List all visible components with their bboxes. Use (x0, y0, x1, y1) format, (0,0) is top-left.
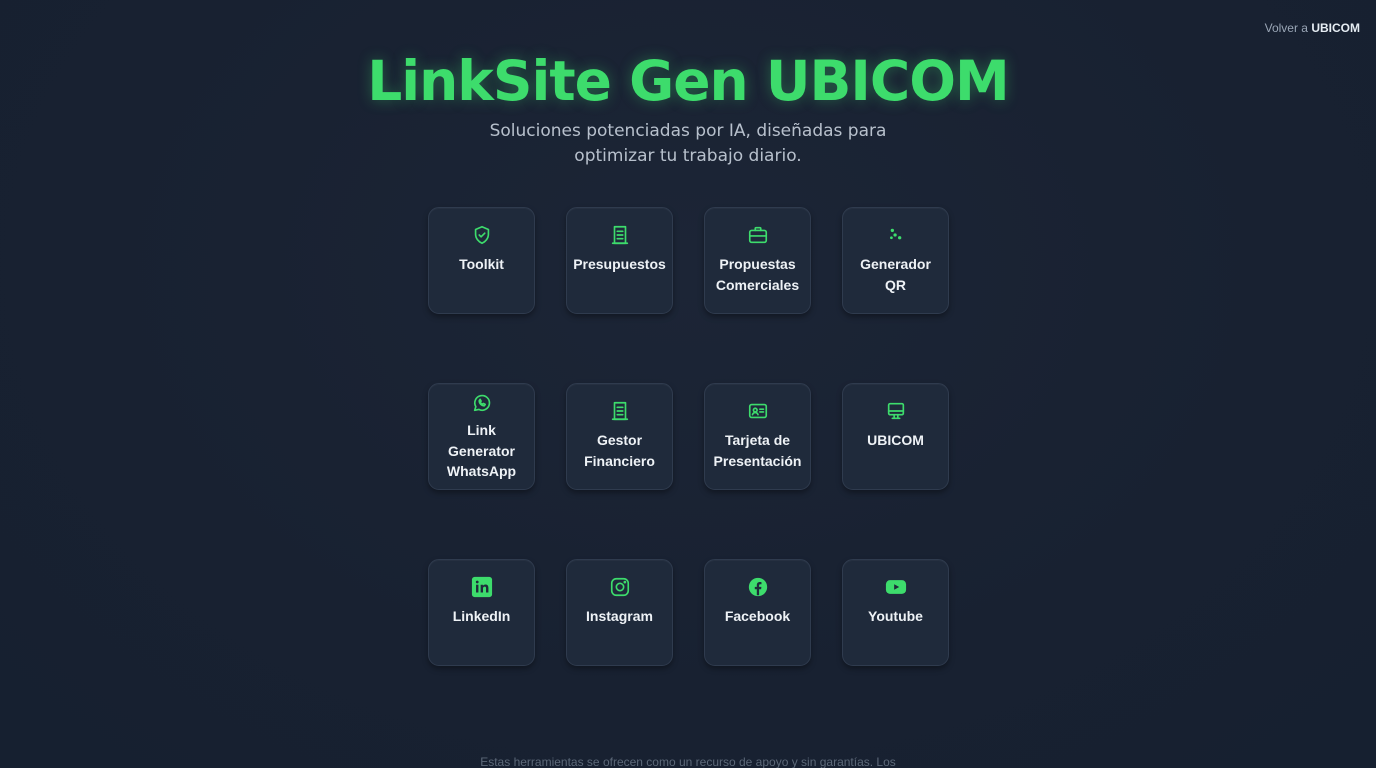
tool-label: Tarjeta de Presentación (713, 432, 802, 469)
tool-card-gestor-financiero[interactable]: Gestor Financiero (566, 383, 673, 490)
monitor-icon (884, 399, 908, 423)
briefcase-icon (746, 223, 770, 247)
shield-check-icon (470, 223, 494, 247)
id-card-icon (746, 399, 770, 423)
tool-label: LinkedIn (452, 608, 511, 624)
tool-card-youtube[interactable]: Youtube (842, 559, 949, 666)
tool-label: Toolkit (459, 256, 504, 272)
tool-label: Generador QR (860, 256, 931, 293)
tool-card-toolkit[interactable]: Toolkit (428, 207, 535, 314)
tool-card-ubicom[interactable]: UBICOM (842, 383, 949, 490)
tool-label: Instagram (586, 608, 653, 624)
tool-card-tarjeta-de-presentacion[interactable]: Tarjeta de Presentación (704, 383, 811, 490)
tool-card-instagram[interactable]: Instagram (566, 559, 673, 666)
tools-grid: Toolkit Presupuestos Propuestas Comercia… (428, 207, 949, 666)
youtube-icon (884, 575, 908, 599)
qr-dots-icon (884, 223, 908, 247)
back-link-target: UBICOM (1311, 21, 1360, 35)
tool-label: Propuestas Comerciales (715, 256, 800, 293)
tool-card-facebook[interactable]: Facebook (704, 559, 811, 666)
receipt-icon (608, 399, 632, 423)
tool-label: Presupuestos (573, 256, 666, 272)
tool-card-presupuestos[interactable]: Presupuestos (566, 207, 673, 314)
footer-disclaimer: Estas herramientas se ofrecen como un re… (480, 755, 896, 768)
tool-label: Youtube (868, 608, 923, 624)
tool-card-link-generator-whatsapp[interactable]: Link Generator WhatsApp (428, 383, 535, 490)
receipt-icon (608, 223, 632, 247)
page: Volver a UBICOM LinkSite Gen UBICOM Solu… (0, 0, 1376, 768)
back-to-ubicom-link[interactable]: Volver a UBICOM (1265, 21, 1360, 35)
linkedin-icon (470, 575, 494, 599)
facebook-icon (746, 575, 770, 599)
tool-label: Facebook (724, 608, 791, 624)
back-link-prefix: Volver a (1264, 21, 1308, 35)
page-title: LinkSite Gen UBICOM (367, 49, 1009, 113)
tool-label: Gestor Financiero (584, 432, 655, 469)
tool-label: UBICOM (867, 432, 924, 448)
tool-card-generador-qr[interactable]: Generador QR (842, 207, 949, 314)
tool-card-propuestas-comerciales[interactable]: Propuestas Comerciales (704, 207, 811, 314)
tool-card-linkedin[interactable]: LinkedIn (428, 559, 535, 666)
page-subtitle: Soluciones potenciadas por IA, diseñadas… (489, 121, 887, 166)
tool-label: Link Generator WhatsApp (446, 422, 517, 479)
instagram-icon (608, 575, 632, 599)
whatsapp-icon (470, 391, 494, 415)
